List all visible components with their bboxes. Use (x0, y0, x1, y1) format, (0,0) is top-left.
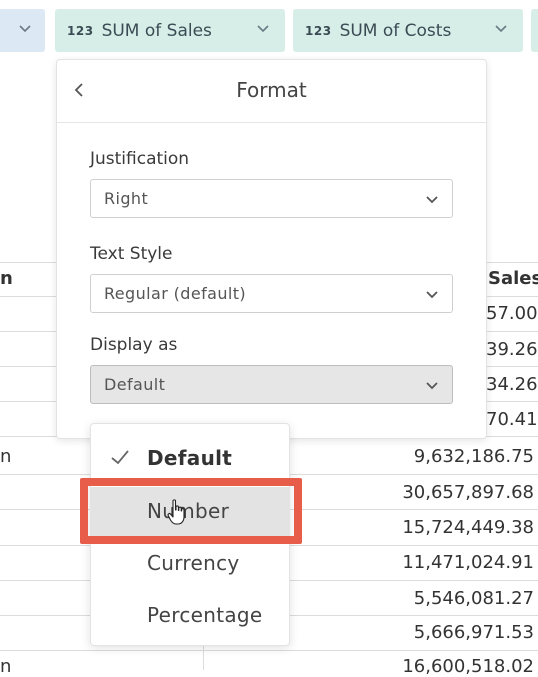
text-style-value: Regular (default) (104, 284, 247, 303)
column-pill-partial-right[interactable] (531, 9, 538, 52)
table-header-cell: Sales (488, 268, 538, 289)
table-cell: n (0, 656, 12, 677)
column-pill-sum-of-costs[interactable]: 123 SUM of Costs (293, 9, 523, 52)
hand-cursor-icon (166, 498, 188, 526)
text-style-select[interactable]: Regular (default) (90, 274, 453, 313)
chevron-down-icon (424, 286, 440, 302)
table-cell: 5,666,971.53 (413, 622, 534, 643)
table-cell: n (0, 446, 12, 467)
table-divider (0, 650, 538, 651)
table-cell: 11,471,024.91 (402, 552, 534, 573)
menu-item-label: Currency (147, 551, 240, 575)
highlight-annotation (80, 478, 302, 544)
table-cell: 5,546,081.27 (413, 588, 534, 609)
table-cell: 30,657,897.68 (402, 482, 534, 503)
checkmark-icon (109, 446, 131, 468)
column-pill-partial[interactable] (0, 9, 45, 52)
chevron-down-icon (17, 20, 33, 36)
menu-item-currency[interactable]: Currency (91, 539, 289, 589)
table-cell: 70.41 (486, 409, 538, 430)
pill-label: SUM of Costs (339, 20, 452, 41)
menu-item-label: Percentage (147, 603, 263, 627)
justification-value: Right (104, 189, 149, 208)
table-cell: 15,724,449.38 (402, 517, 534, 538)
menu-item-label: Default (147, 446, 233, 470)
pill-label: SUM of Sales (101, 20, 212, 41)
table-cell: 57.00 (486, 303, 538, 324)
chevron-down-icon (493, 20, 509, 36)
display-as-value: Default (104, 375, 166, 394)
text-style-label: Text Style (90, 244, 173, 264)
table-cell: 9,632,186.75 (413, 446, 534, 467)
justification-select[interactable]: Right (90, 179, 453, 218)
table-cell: 16,600,518.02 (402, 656, 534, 677)
display-as-select[interactable]: Default (90, 365, 453, 404)
table-cell: 39.26 (486, 339, 538, 360)
format-popover-header: Format (57, 60, 486, 123)
chevron-down-icon (424, 377, 440, 393)
column-pill-bar: 123 SUM of Sales 123 SUM of Costs (0, 0, 538, 60)
table-header-cell: n (0, 268, 13, 289)
menu-item-default[interactable]: Default (91, 434, 289, 484)
table-cell: 34.26 (486, 374, 538, 395)
number-type-icon: 123 (67, 23, 94, 38)
display-as-label: Display as (90, 335, 178, 355)
column-pill-sum-of-sales[interactable]: 123 SUM of Sales (55, 9, 285, 52)
format-title: Format (236, 78, 307, 102)
justification-label: Justification (90, 149, 190, 169)
chevron-down-icon (424, 191, 440, 207)
number-type-icon: 123 (305, 23, 332, 38)
menu-item-percentage[interactable]: Percentage (91, 591, 289, 641)
chevron-down-icon (255, 20, 271, 36)
format-popover: Format Justification Right Text Style Re… (56, 59, 487, 439)
